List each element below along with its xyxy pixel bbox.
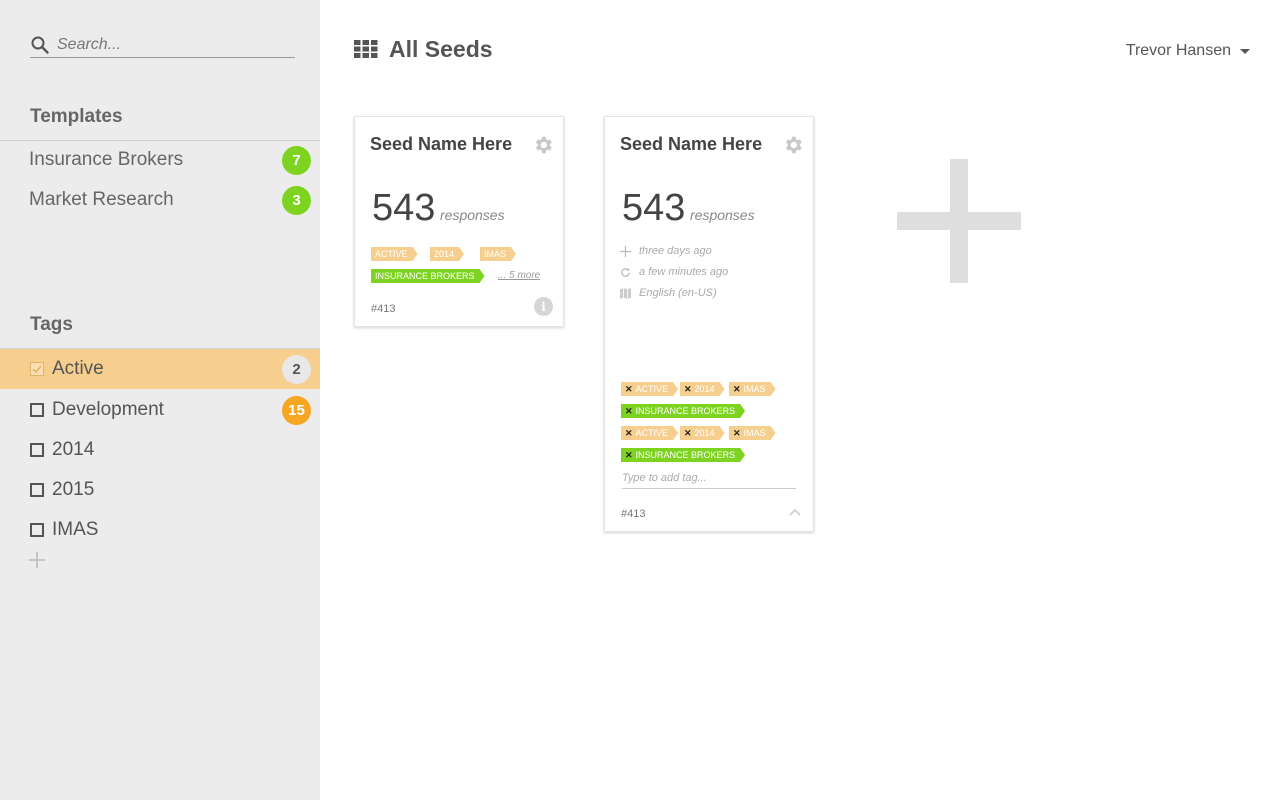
responses-label: responses — [690, 207, 755, 223]
tag-item-active[interactable]: Active 2 — [0, 349, 320, 389]
tag-chip[interactable]: IMAS — [480, 247, 516, 261]
caret-down-icon — [1240, 48, 1250, 54]
removable-tag-chip[interactable]: ✕ INSURANCE BROKERS — [621, 448, 745, 462]
removable-tag-chip[interactable]: ✕ IMAS — [729, 426, 776, 440]
close-icon[interactable]: ✕ — [684, 384, 692, 394]
updated-text: a few minutes ago — [639, 266, 729, 278]
tag-chip[interactable]: 2014 — [430, 247, 464, 261]
created-row: three days ago — [620, 245, 712, 257]
count-badge: 7 — [282, 146, 311, 175]
removable-tag-chip[interactable]: ✕ INSURANCE BROKERS — [621, 404, 745, 418]
search-icon — [31, 36, 49, 54]
tag-item-imas[interactable]: IMAS — [0, 510, 320, 550]
map-icon — [620, 287, 631, 299]
removable-tag-chip[interactable]: ✕ ACTIVE — [621, 426, 678, 440]
tag-chip[interactable]: ACTIVE — [371, 247, 418, 261]
close-icon[interactable]: ✕ — [625, 406, 633, 416]
tag-chip-label: INSURANCE BROKERS — [635, 406, 736, 416]
tag-chip-label: INSURANCE BROKERS — [635, 450, 736, 460]
plus-icon — [620, 245, 631, 257]
template-item-label: Market Research — [29, 189, 174, 210]
tag-item-label: 2015 — [52, 479, 95, 500]
grid-icon — [354, 40, 378, 58]
tag-checkbox[interactable] — [30, 523, 44, 537]
tag-item-label: IMAS — [52, 519, 99, 540]
removable-tag-chip[interactable]: ✕ IMAS — [729, 382, 776, 396]
tag-item-development[interactable]: Development 15 — [0, 390, 320, 430]
tag-checkbox[interactable] — [30, 403, 44, 417]
seed-card[interactable]: Seed Name Here 543 responses ACTIVE 2014… — [354, 116, 564, 327]
search-box — [30, 32, 295, 58]
tag-item-label: Development — [52, 399, 164, 420]
close-icon[interactable]: ✕ — [733, 384, 741, 394]
language-text: English (en-US) — [639, 287, 717, 299]
close-icon[interactable]: ✕ — [684, 428, 692, 438]
removable-tag-chip[interactable]: ✕ 2014 — [680, 382, 725, 396]
tag-checkbox[interactable] — [30, 362, 44, 376]
count-badge: 3 — [282, 186, 311, 215]
gear-icon[interactable] — [532, 134, 554, 156]
removable-tag-chip[interactable]: ✕ 2014 — [680, 426, 725, 440]
tag-chip-label: IMAS — [743, 384, 766, 394]
page-title: All Seeds — [389, 36, 493, 62]
seed-id: #413 — [621, 508, 646, 520]
close-icon[interactable]: ✕ — [625, 428, 633, 438]
created-text: three days ago — [639, 245, 712, 257]
close-icon[interactable]: ✕ — [625, 450, 633, 460]
tag-chip-label: ACTIVE — [635, 384, 669, 394]
seed-card-expanded[interactable]: Seed Name Here 543 responses three days … — [604, 116, 814, 532]
count-badge: 2 — [282, 355, 311, 384]
seed-name: Seed Name Here — [370, 134, 513, 154]
tag-item-2014[interactable]: 2014 — [0, 430, 320, 470]
template-item-insurance-brokers[interactable]: Insurance Brokers 7 — [0, 140, 320, 180]
tag-checkbox[interactable] — [30, 483, 44, 497]
responses-count: 543 — [622, 187, 686, 229]
tag-checkbox[interactable] — [30, 443, 44, 457]
template-item-market-research[interactable]: Market Research 3 — [0, 180, 320, 220]
language-row: English (en-US) — [620, 287, 717, 299]
more-tags-link[interactable]: ... 5 more — [498, 270, 540, 281]
tag-chip[interactable]: INSURANCE BROKERS — [371, 269, 485, 283]
tag-chip-label: IMAS — [743, 428, 766, 438]
refresh-icon — [621, 267, 630, 277]
add-tag-button[interactable] — [28, 551, 46, 569]
tag-chip-label: 2014 — [694, 428, 715, 438]
close-icon[interactable]: ✕ — [625, 384, 633, 394]
count-badge: 15 — [282, 396, 311, 425]
tag-chip-label: 2014 — [694, 384, 715, 394]
tag-item-label: Active — [52, 358, 104, 379]
responses-label: responses — [440, 207, 505, 223]
info-icon[interactable]: i — [534, 297, 553, 316]
user-menu[interactable]: Trevor Hansen — [1126, 42, 1250, 60]
tag-item-label: 2014 — [52, 439, 95, 460]
seed-name: Seed Name Here — [620, 134, 763, 154]
close-icon[interactable]: ✕ — [733, 428, 741, 438]
search-input[interactable] — [57, 35, 277, 54]
responses-count: 543 — [372, 187, 436, 229]
add-tag-input[interactable] — [622, 472, 796, 489]
templates-heading: Templates — [30, 106, 123, 127]
tags-heading: Tags — [30, 314, 73, 335]
chevron-up-icon[interactable] — [789, 508, 801, 516]
template-item-label: Insurance Brokers — [29, 149, 184, 170]
gear-icon[interactable] — [782, 134, 804, 156]
seed-id: #413 — [371, 303, 396, 315]
removable-tag-chip[interactable]: ✕ ACTIVE — [621, 382, 678, 396]
sidebar: Templates Insurance Brokers 7 Market Res… — [0, 0, 320, 800]
tag-chip-label: ACTIVE — [635, 428, 669, 438]
add-seed-button[interactable] — [897, 159, 1021, 283]
user-name: Trevor Hansen — [1125, 42, 1231, 59]
updated-row: a few minutes ago — [620, 266, 728, 278]
check-icon — [32, 365, 42, 374]
tag-item-2015[interactable]: 2015 — [0, 470, 320, 510]
